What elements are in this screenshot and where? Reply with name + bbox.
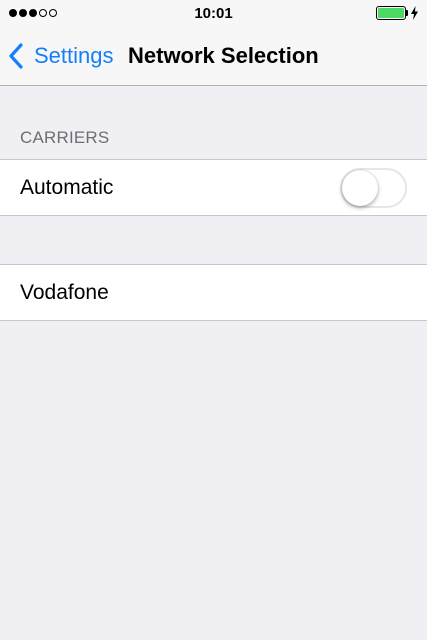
automatic-toggle[interactable] bbox=[340, 168, 407, 208]
automatic-label: Automatic bbox=[20, 176, 114, 199]
chevron-left-icon bbox=[9, 43, 23, 69]
carrier-list-item[interactable]: Vodafone bbox=[0, 264, 427, 321]
battery-icon bbox=[376, 6, 406, 20]
battery-tip bbox=[406, 10, 408, 16]
battery-level-fill bbox=[378, 8, 404, 18]
back-button-label: Settings bbox=[34, 43, 114, 68]
status-bar: 10:01 bbox=[0, 0, 427, 28]
status-clock: 10:01 bbox=[194, 5, 233, 22]
section-header-carriers: CARRIERS bbox=[20, 128, 110, 147]
charging-bolt-icon bbox=[411, 6, 418, 20]
toggle-knob bbox=[342, 170, 378, 206]
page-title: Network Selection bbox=[128, 43, 319, 68]
navigation-bar: Settings Network Selection bbox=[0, 28, 427, 86]
back-button[interactable]: Settings bbox=[8, 40, 114, 72]
carrier-name: Vodafone bbox=[20, 281, 109, 304]
automatic-carrier-cell: Automatic bbox=[0, 159, 427, 216]
